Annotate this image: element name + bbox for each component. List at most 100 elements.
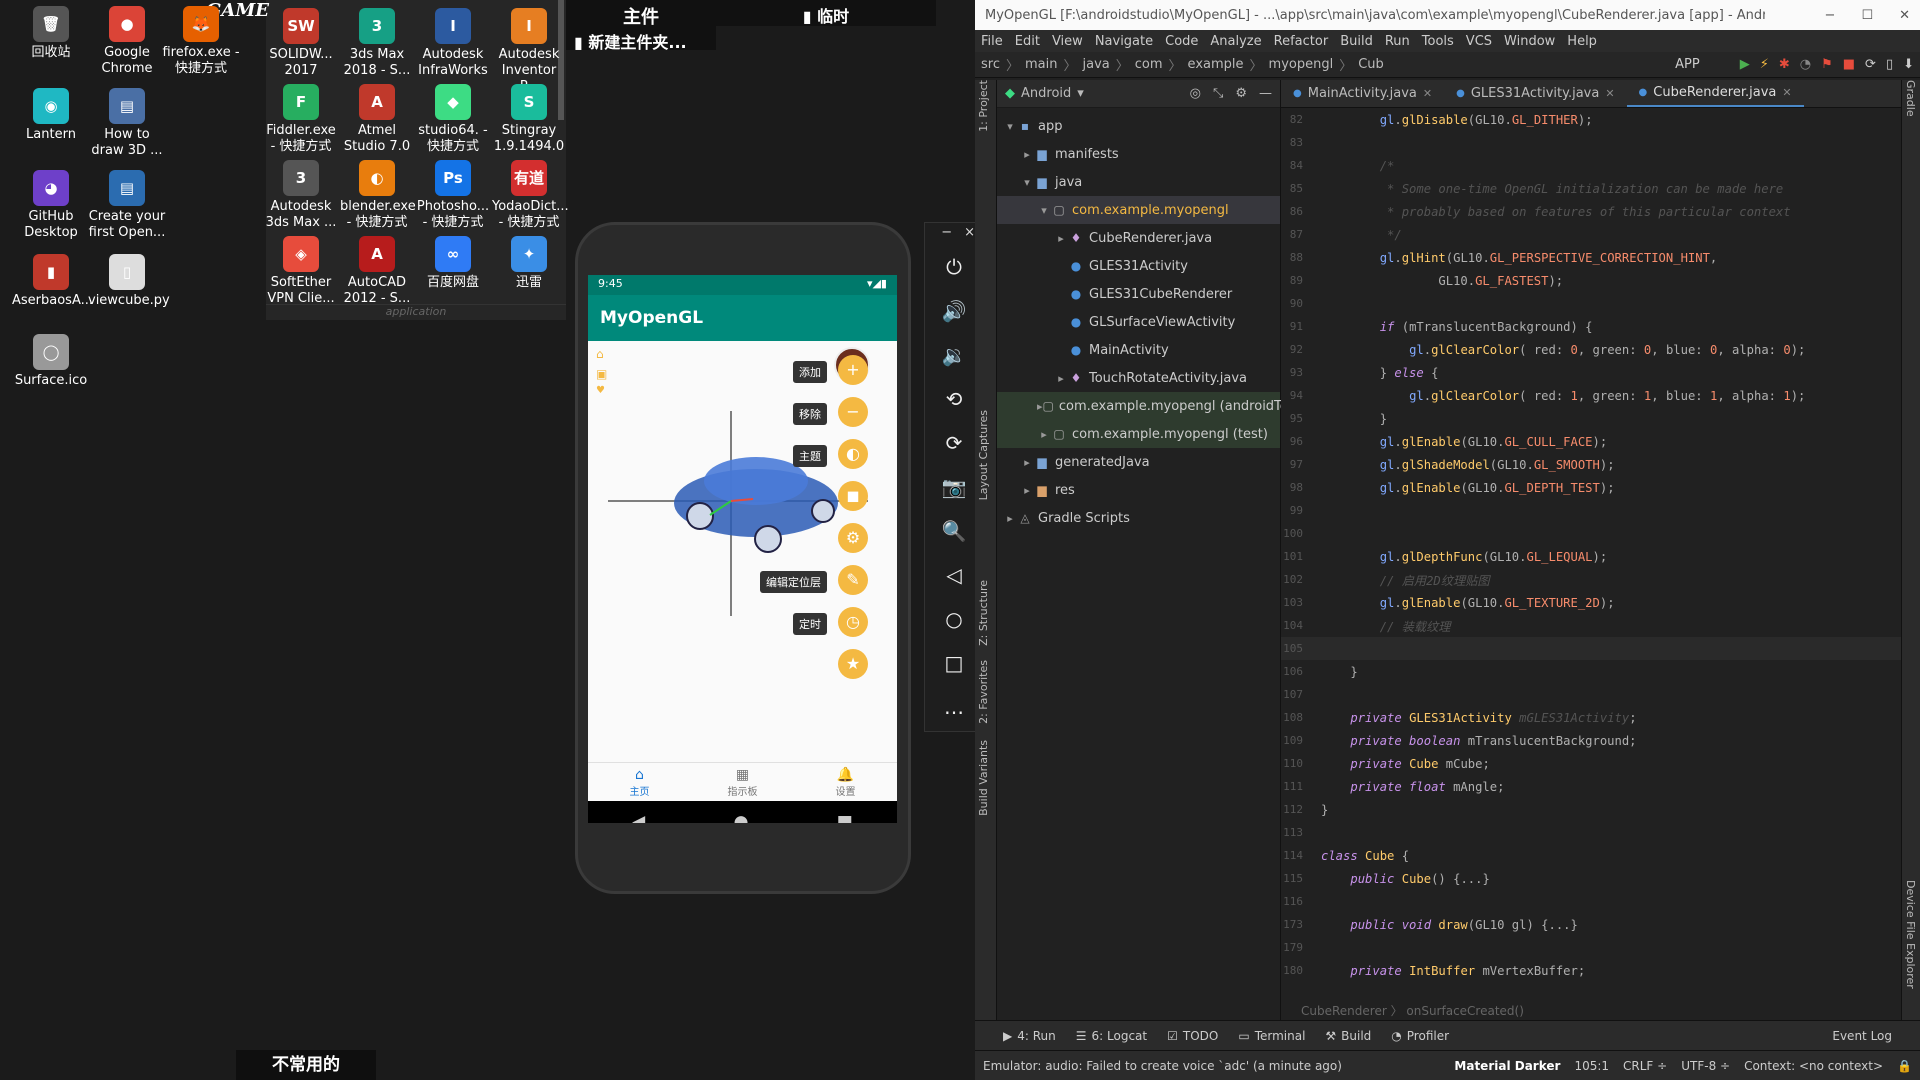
close-icon[interactable]: × (964, 225, 975, 243)
file-encoding[interactable]: UTF-8 ÷ (1681, 1059, 1730, 1073)
emulator-tool-button[interactable]: ◁ (925, 553, 975, 597)
fab-button[interactable]: + (838, 355, 868, 385)
attach-icon[interactable]: ⚑ (1821, 57, 1833, 72)
expand-arrow-icon[interactable]: ▾ (1037, 204, 1051, 217)
fab-button[interactable]: ◐ (838, 439, 868, 469)
emulator-tool-button[interactable]: 🔍 (925, 509, 975, 553)
fence-icon[interactable]: IAutodesk Inventor P... (492, 8, 566, 95)
close-icon[interactable]: ✕ (1899, 8, 1910, 23)
emulator-tool-button[interactable]: 🔊 (925, 289, 975, 333)
bottom-tool-tab[interactable]: ▶ 4: Run (1003, 1029, 1056, 1043)
fence-icon[interactable]: S Stingray 1.9.1494.0 (492, 84, 566, 155)
apply-changes-icon[interactable]: ⚡ (1760, 57, 1769, 72)
fence-icon[interactable]: ✦ 迅雷 (492, 236, 566, 291)
breadcrumb-item[interactable]: com (1135, 57, 1163, 72)
tool-window-tab[interactable]: Build Variants (977, 740, 990, 816)
expand-arrow-icon[interactable]: ▸ (1054, 232, 1068, 245)
event-log-button[interactable]: Event Log (1832, 1029, 1892, 1043)
expand-arrow-icon[interactable]: ▸ (1020, 456, 1034, 469)
back-icon[interactable]: ◀ (632, 812, 645, 823)
fence-icon[interactable]: I Autodesk InfraWorks (416, 8, 490, 79)
close-icon[interactable]: ✕ (1423, 87, 1432, 100)
project-view-select[interactable]: Android (1021, 86, 1071, 101)
tree-item[interactable]: ● GLSurfaceViewActivity (997, 308, 1280, 336)
desktop-icon[interactable]: ▤ How to draw 3D ... (88, 88, 166, 159)
emulator-tool-button[interactable]: ○ (925, 597, 975, 641)
menu-item[interactable]: Build (1340, 34, 1373, 49)
tree-item[interactable]: ▾ ▪ app (997, 112, 1280, 140)
fab-button[interactable]: ◷ (838, 607, 868, 637)
gl-surface-view[interactable]: ⌂ ▣ ♥ + 添加 − 移除 ◐ 主题 ◼ ⚙ ✎ 编辑定位层 ◷ 定时 ★ (588, 341, 897, 762)
desktop-icon[interactable]: ◉ Lantern (12, 88, 90, 143)
fence-icon[interactable]: A Atmel Studio 7.0 (340, 84, 414, 155)
tree-item[interactable]: ▾ ▆ java (997, 168, 1280, 196)
emulator-tool-button[interactable]: 🔉 (925, 333, 975, 377)
emulator-tool-button[interactable]: 📷 (925, 465, 975, 509)
tree-item[interactable]: ▸ ▆ generatedJava (997, 448, 1280, 476)
fence-icon[interactable]: ◆ studio64. - 快捷方式 (416, 84, 490, 155)
expand-arrow-icon[interactable]: ▸ (1054, 372, 1068, 385)
tree-item[interactable]: ▸ ▆ manifests (997, 140, 1280, 168)
breadcrumb-item[interactable]: main (1025, 57, 1057, 72)
breadcrumb-item[interactable]: myopengl (1269, 57, 1334, 72)
breadcrumb-item[interactable]: java (1083, 57, 1110, 72)
close-icon[interactable]: ✕ (1782, 86, 1791, 99)
home-nav-icon[interactable]: ● (734, 812, 749, 823)
menu-item[interactable]: Refactor (1274, 34, 1329, 49)
tool-window-tab[interactable]: Layout Captures (977, 410, 990, 500)
expand-arrow-icon[interactable]: ▾ (1003, 120, 1017, 133)
tree-item[interactable]: ▸ ▆ res (997, 476, 1280, 504)
menu-item[interactable]: File (981, 34, 1003, 49)
gear-icon[interactable]: ⚙ (1235, 86, 1247, 101)
menu-item[interactable]: Window (1504, 34, 1555, 49)
tree-item[interactable]: ▸ ▢ com.example.myopengl (test) (997, 420, 1280, 448)
fence-icon[interactable]: ◐ blender.exe - 快捷方式 (340, 160, 416, 231)
code-area[interactable]: 82 gl.glDisable(GL10.GL_DITHER); 83 84 /* 8… (1281, 108, 1901, 982)
fence-icon[interactable]: 3 Autodesk 3ds Max ... (264, 160, 338, 231)
menu-item[interactable]: View (1052, 34, 1083, 49)
fence-icon[interactable]: ◈ SoftEther VPN Clie... (264, 236, 338, 307)
close-icon[interactable]: ✕ (1605, 87, 1614, 100)
editor-tab[interactable]: ● GLES31Activity.java ✕ (1444, 80, 1626, 107)
tree-item[interactable]: ▸ ♦ TouchRotateActivity.java (997, 364, 1280, 392)
tool-window-tab[interactable]: 1: Project (977, 80, 990, 132)
fence-icon[interactable]: A AutoCAD 2012 - S... (340, 236, 414, 307)
menu-item[interactable]: VCS (1466, 34, 1492, 49)
recents-icon[interactable]: ■ (837, 812, 853, 823)
expand-arrow-icon[interactable]: ▸ (1037, 428, 1051, 441)
fab-button[interactable]: − (838, 397, 868, 427)
avd-icon[interactable]: ▯ (1886, 57, 1893, 72)
caret-position[interactable]: 105:1 (1574, 1059, 1609, 1073)
hide-icon[interactable]: — (1259, 86, 1272, 101)
fab-button[interactable]: ◼ (838, 481, 868, 511)
minimize-icon[interactable]: − (941, 225, 952, 243)
breadcrumb-item[interactable]: example (1188, 57, 1244, 72)
fab-button[interactable]: ⚙ (838, 523, 868, 553)
desktop-icon[interactable]: 🗑 回收站 (12, 6, 90, 61)
debug-icon[interactable]: ✱ (1779, 57, 1790, 72)
line-separator[interactable]: CRLF ÷ (1623, 1059, 1667, 1073)
menu-item[interactable]: Code (1165, 34, 1198, 49)
expand-arrow-icon[interactable]: ▾ (1020, 176, 1034, 189)
fence-icon[interactable]: SW SOLIDW... 2017 (264, 8, 338, 79)
tool-window-tab[interactable]: 2: Favorites (977, 660, 990, 724)
desktop-icon[interactable]: 🦊 firefox.exe - 快捷方式 (162, 6, 240, 77)
bottom-nav-tab[interactable]: 🔔 设置 (794, 763, 897, 801)
fab-button[interactable]: ★ (838, 649, 868, 679)
expand-arrow-icon[interactable]: ▸ (1003, 512, 1017, 525)
menu-item[interactable]: Tools (1422, 34, 1454, 49)
fence-icon[interactable]: ∞ 百度网盘 (416, 236, 490, 291)
menu-item[interactable]: Edit (1015, 34, 1040, 49)
desktop-icon[interactable]: ▤ Create your first Open... (88, 170, 166, 241)
sdk-icon[interactable]: ⬇ (1903, 57, 1914, 72)
bottom-tool-tab[interactable]: ◔ Profiler (1391, 1029, 1449, 1043)
bottom-tool-tab[interactable]: ☰ 6: Logcat (1076, 1029, 1147, 1043)
editor-tab[interactable]: ● MainActivity.java ✕ (1281, 80, 1444, 107)
chevron-down-icon[interactable]: ▾ (1077, 86, 1084, 101)
tree-item[interactable]: ▾ ▢ com.example.myopengl (997, 196, 1280, 224)
menu-item[interactable]: Navigate (1095, 34, 1153, 49)
breadcrumb-item[interactable]: Cub (1358, 57, 1384, 72)
desktop-icon[interactable]: ◯ Surface.ico (12, 334, 90, 389)
run-icon[interactable]: ▶ (1740, 57, 1750, 72)
bottom-tool-tab[interactable]: ▭ Terminal (1238, 1029, 1305, 1043)
